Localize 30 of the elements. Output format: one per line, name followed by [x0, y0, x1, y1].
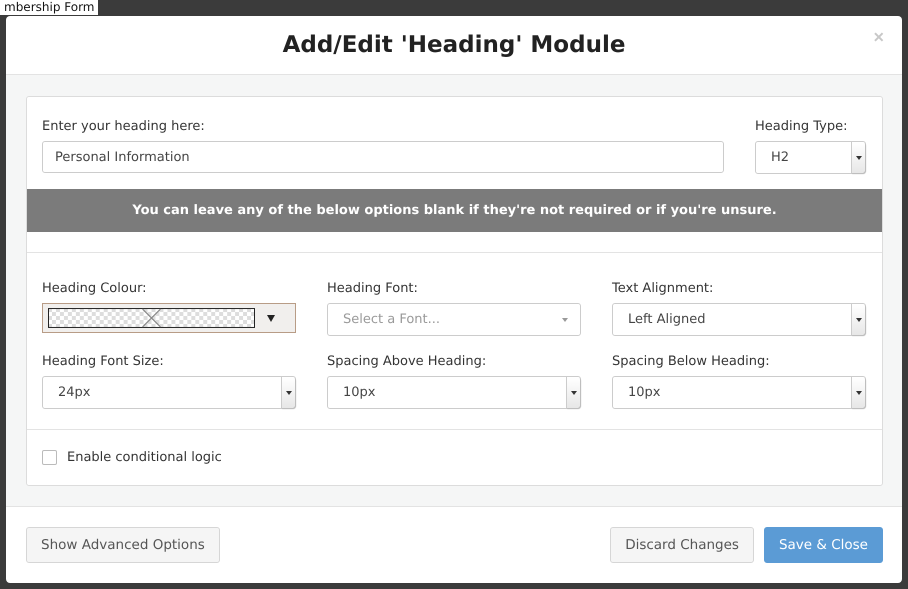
caret-icon [286, 390, 292, 394]
checkbox[interactable] [42, 450, 57, 465]
select-field[interactable]: H2 [755, 141, 866, 174]
field-label: Heading Font: [327, 281, 419, 296]
heading-input[interactable]: Personal Information [42, 141, 724, 173]
advanced-options-button[interactable]: Show Advanced Options [26, 527, 220, 563]
field-label: Heading Font Size: [42, 354, 165, 369]
caret-icon [267, 314, 275, 322]
modal-title: Add/Edit 'Heading' Module [282, 32, 626, 58]
caret-icon [856, 318, 862, 322]
checkbox-label: Enable conditional logic [67, 450, 222, 465]
field-label: Spacing Below Heading: [612, 354, 771, 369]
caret-icon [856, 156, 862, 160]
select-field[interactable]: 10px [612, 376, 866, 409]
page-title: mbership Form [0, 0, 98, 15]
select-field[interactable]: 24px [42, 376, 296, 409]
info-banner: You can leave any of the below options blank if they're not required or if you're unsure. [27, 189, 882, 232]
field-label: Enter your heading here: [42, 119, 206, 134]
caret-icon [570, 390, 576, 394]
discard-button[interactable]: Discard Changes [610, 527, 754, 563]
caret-icon [562, 318, 568, 322]
select-field[interactable]: Left Aligned [612, 303, 866, 336]
field-label: Text Alignment: [612, 281, 714, 296]
field-label: Heading Colour: [42, 281, 148, 296]
field-label: Spacing Above Heading: [327, 354, 488, 369]
color-picker[interactable] [42, 303, 296, 333]
field-label: Heading Type: [755, 119, 848, 134]
caret-icon [856, 390, 862, 394]
select-field[interactable]: 10px [327, 376, 581, 409]
transparent-swatch-icon [48, 308, 255, 328]
